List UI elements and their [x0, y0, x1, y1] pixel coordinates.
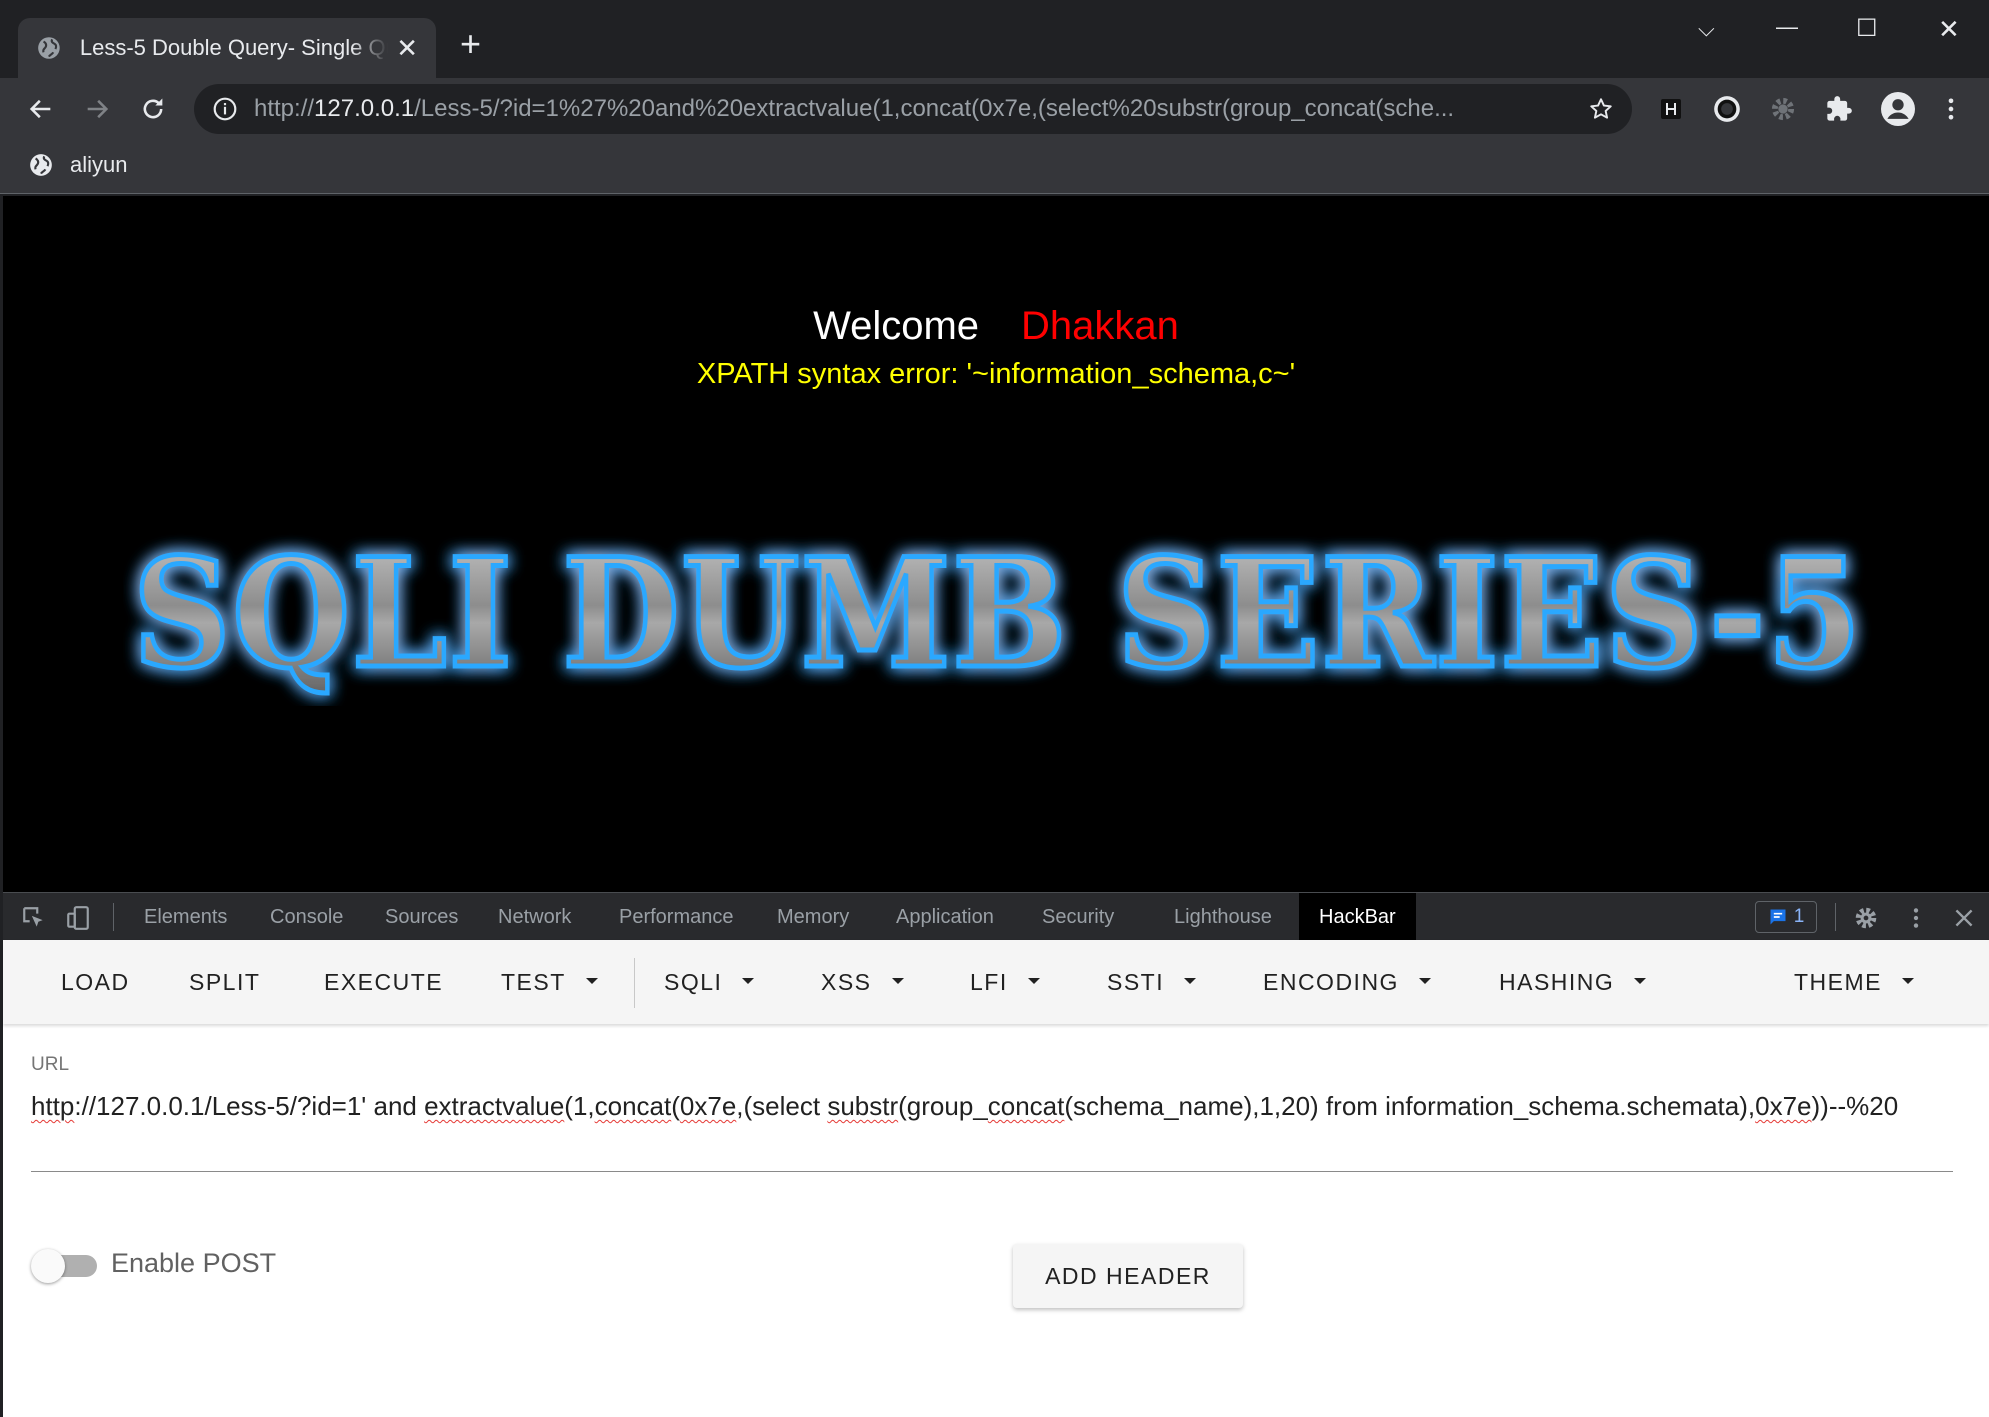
extension-gear-icon[interactable] — [1768, 94, 1798, 124]
enable-post-label: Enable POST — [111, 1248, 277, 1278]
menu-divider — [634, 958, 635, 1008]
maximize-button[interactable]: ☐ — [1856, 14, 1878, 43]
bookmark-star-icon[interactable] — [1588, 96, 1614, 122]
url-label: URL — [31, 1054, 70, 1075]
device-toolbar-icon[interactable] — [65, 905, 91, 931]
more-vert-icon[interactable] — [1936, 94, 1966, 124]
page-viewport: Welcome Dhakkan XPATH syntax error: '~inf… — [3, 196, 1989, 892]
sqli-banner-image: SQLI DUMB SERIES-5 — [131, 524, 1864, 705]
tab-network[interactable]: Network — [498, 893, 571, 941]
title-bar: Less-5 Double Query- Single Quotes- Stri… — [0, 0, 1989, 78]
bookmark-aliyun[interactable]: aliyun — [28, 152, 127, 178]
menu-label: HASHING — [1499, 969, 1615, 995]
profile-avatar[interactable] — [1880, 91, 1916, 127]
settings-gear-icon[interactable] — [1853, 905, 1879, 931]
bookmark-label: aliyun — [70, 152, 128, 177]
caret-down-icon — [891, 977, 904, 984]
caret-down-icon — [1418, 977, 1431, 984]
enable-post-toggle[interactable] — [31, 1244, 101, 1284]
lfi-menu[interactable]: LFI — [970, 962, 1040, 1002]
tab-console[interactable]: Console — [270, 893, 343, 941]
url-underline — [31, 1171, 1953, 1172]
tab-elements[interactable]: Elements — [144, 893, 227, 941]
browser-tab[interactable]: Less-5 Double Query- Single Quotes- Stri… — [18, 18, 436, 78]
devtools-tab-bar: Elements Console Sources Network Perform… — [3, 892, 1989, 941]
test-menu[interactable]: TEST — [501, 962, 598, 1002]
tab-application[interactable]: Application — [896, 893, 994, 941]
browser-toolbar: http://127.0.0.1/Less-5/?id=1%27%20and%2… — [0, 78, 1989, 140]
toolbar-divider — [1835, 903, 1836, 931]
tab-hackbar[interactable]: HackBar — [1299, 893, 1416, 941]
close-window-button[interactable]: ✕ — [1938, 14, 1960, 45]
tab-lighthouse[interactable]: Lighthouse — [1174, 893, 1272, 941]
caret-down-icon — [585, 977, 598, 984]
caret-down-icon — [742, 977, 755, 984]
hackbar-menu: LOAD SPLIT EXECUTE TEST SQLI XSS LFI SST… — [3, 940, 1989, 1024]
issues-count: 1 — [1793, 906, 1805, 927]
inspect-element-icon[interactable] — [21, 905, 47, 931]
info-icon[interactable] — [212, 96, 238, 122]
menu-label: LFI — [970, 969, 1008, 995]
ssti-menu[interactable]: SSTI — [1107, 962, 1197, 1002]
theme-menu[interactable]: THEME — [1794, 962, 1914, 1002]
reload-icon[interactable] — [136, 92, 170, 126]
menu-label: SSTI — [1107, 969, 1165, 995]
issues-badge[interactable]: 1 — [1755, 901, 1817, 933]
hashing-menu[interactable]: HASHING — [1499, 962, 1647, 1002]
extensions-puzzle-icon[interactable] — [1824, 94, 1854, 124]
menu-label: SQLI — [664, 969, 723, 995]
caret-down-icon — [1902, 977, 1914, 984]
menu-label: XSS — [821, 969, 872, 995]
toolbar-divider — [113, 903, 114, 931]
new-tab-button[interactable]: + — [460, 26, 481, 62]
welcome-name: Dhakkan — [1021, 304, 1179, 348]
welcome-text: Welcome — [813, 304, 980, 348]
tab-memory[interactable]: Memory — [777, 893, 849, 941]
caret-down-icon — [1027, 977, 1040, 984]
tab-security[interactable]: Security — [1042, 893, 1114, 941]
caret-down-icon — [1184, 977, 1197, 984]
message-icon — [1770, 909, 1786, 925]
extension-h-icon[interactable] — [1656, 94, 1686, 124]
xpath-error-message: XPATH syntax error: '~information_schema… — [696, 358, 1296, 390]
close-devtools-icon[interactable] — [1951, 905, 1977, 931]
forward-icon[interactable] — [80, 92, 114, 126]
menu-label: ENCODING — [1263, 969, 1399, 995]
sqli-menu[interactable]: SQLI — [664, 962, 755, 1002]
load-button[interactable]: LOAD — [61, 962, 130, 1002]
back-icon[interactable] — [24, 92, 58, 126]
more-vert-icon[interactable] — [1903, 905, 1929, 931]
address-url: http://127.0.0.1/Less-5/?id=1%27%20and%2… — [254, 95, 1455, 122]
toggle-thumb — [31, 1249, 65, 1283]
bookmarks-bar: aliyun — [0, 140, 1989, 194]
xss-menu[interactable]: XSS — [821, 962, 904, 1002]
devtools-panel: Elements Console Sources Network Perform… — [3, 892, 1989, 1417]
encoding-menu[interactable]: ENCODING — [1263, 962, 1431, 1002]
address-bar[interactable]: http://127.0.0.1/Less-5/?id=1%27%20and%2… — [194, 84, 1632, 134]
caret-down-icon — [1634, 977, 1647, 984]
menu-label: TEST — [501, 969, 566, 995]
tab-close-icon[interactable]: ✕ — [396, 35, 418, 61]
tab-title: Less-5 Double Query- Single Quotes- Stri… — [79, 35, 388, 60]
add-header-button[interactable]: ADD HEADER — [1013, 1244, 1243, 1308]
globe-icon — [30, 154, 52, 176]
banner-text: SQLI DUMB SERIES-5 — [133, 526, 1863, 702]
tab-performance[interactable]: Performance — [619, 893, 734, 941]
minimize-button[interactable]: — — [1776, 14, 1798, 40]
tab-sources[interactable]: Sources — [385, 893, 458, 941]
split-button[interactable]: SPLIT — [189, 962, 260, 1002]
welcome-line: Welcome Dhakkan — [3, 304, 1989, 349]
extension-ring-icon[interactable] — [1712, 94, 1742, 124]
url-textarea[interactable]: http://127.0.0.1/Less-5/?id=1' and extra… — [31, 1082, 1951, 1130]
menu-label: THEME — [1794, 969, 1882, 995]
tab-search-icon[interactable]: ⌵ — [1698, 16, 1715, 42]
globe-icon — [38, 37, 60, 59]
execute-button[interactable]: EXECUTE — [324, 962, 443, 1002]
